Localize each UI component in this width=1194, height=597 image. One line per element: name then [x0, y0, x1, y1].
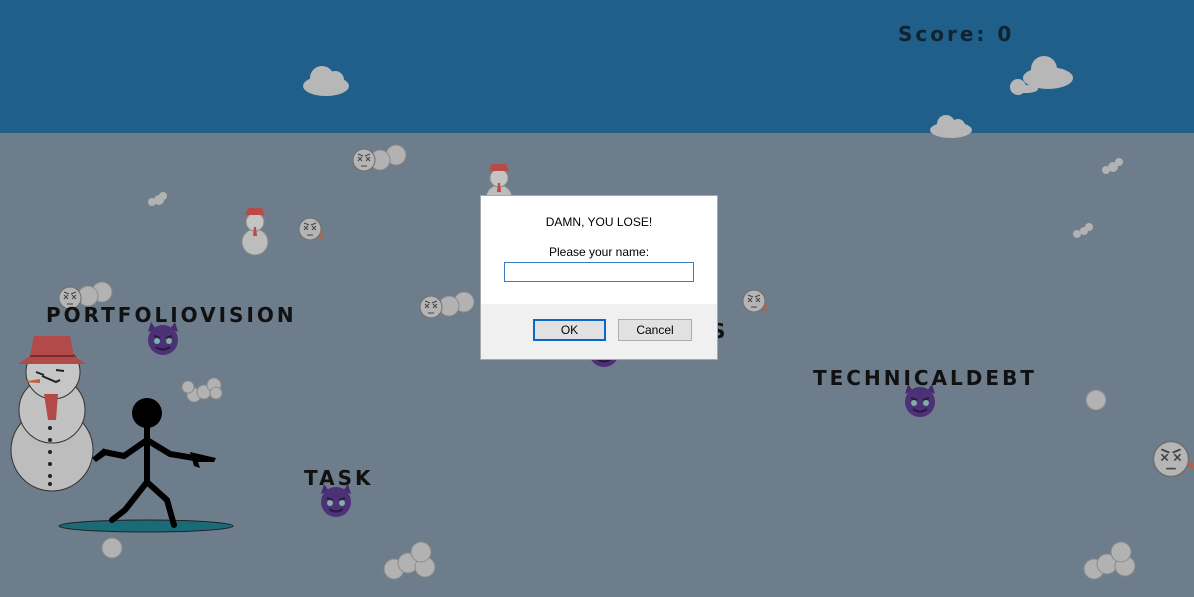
sky: [0, 0, 1194, 133]
dialog-footer: OK Cancel: [481, 304, 717, 359]
snowball: [1085, 389, 1107, 411]
dialog-title: DAMN, YOU LOSE!: [545, 215, 653, 229]
prompt-dialog: DAMN, YOU LOSE! Please your name: OK Can…: [480, 195, 718, 360]
name-input[interactable]: [504, 262, 694, 282]
cancel-button[interactable]: Cancel: [618, 319, 692, 341]
snowball: [101, 537, 123, 559]
enemy-label: PORTFOLIOVISION: [46, 303, 297, 327]
ok-button[interactable]: OK: [533, 319, 606, 341]
enemy-label: TECHNICALDEBT: [813, 366, 1037, 390]
score-display: Score: 0: [898, 22, 1015, 46]
enemy-label: TASK: [304, 466, 374, 490]
dialog-prompt: Please your name:: [548, 245, 650, 259]
